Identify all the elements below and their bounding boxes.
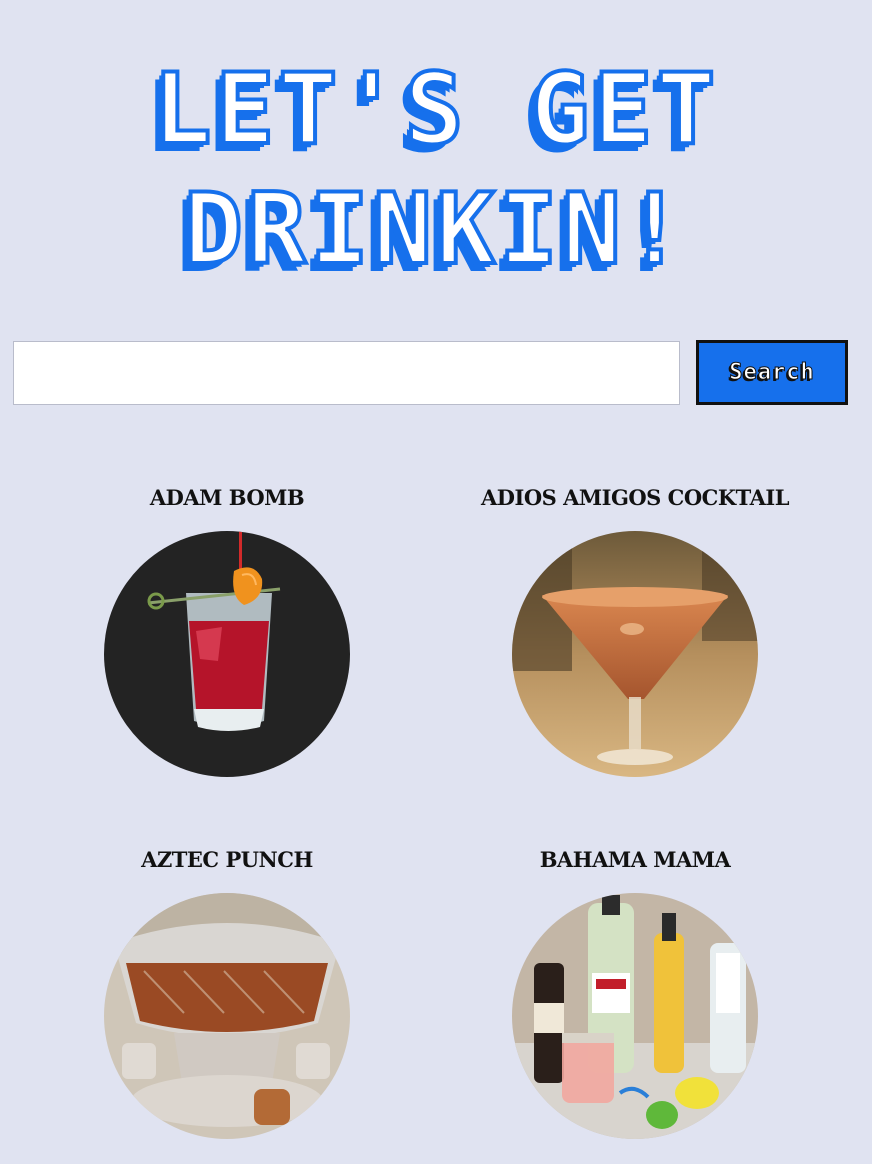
- drink-card-aztec-punch[interactable]: AZTEC PUNCH: [17, 845, 437, 1139]
- drink-name[interactable]: BAHAMA MAMA: [425, 845, 845, 875]
- drink-card-bahama-mama[interactable]: BAHAMA MAMA: [425, 845, 845, 1139]
- drink-image[interactable]: [104, 531, 350, 777]
- search-input[interactable]: [13, 341, 680, 405]
- drink-name[interactable]: ADAM BOMB: [17, 483, 437, 513]
- page-title: LET'S GET DRINKIN!: [0, 50, 872, 290]
- drink-card-adam-bomb[interactable]: ADAM BOMB: [17, 483, 437, 777]
- adam-bomb-photo: [104, 531, 350, 777]
- drink-image[interactable]: [512, 893, 758, 1139]
- drink-image[interactable]: [104, 893, 350, 1139]
- bahama-mama-photo: [512, 893, 758, 1139]
- page-title-line-1: LET'S GET: [150, 51, 720, 169]
- page-title-line-2: DRINKIN!: [182, 171, 688, 289]
- search-button[interactable]: Search: [696, 340, 848, 405]
- drink-name[interactable]: AZTEC PUNCH: [17, 845, 437, 875]
- adios-amigos-photo: [512, 531, 758, 777]
- drink-image[interactable]: [512, 531, 758, 777]
- aztec-punch-photo: [104, 893, 350, 1139]
- page-header: LET'S GET DRINKIN!: [0, 50, 872, 290]
- drink-name[interactable]: ADIOS AMIGOS COCKTAIL: [425, 483, 845, 513]
- drink-card-adios-amigos-cocktail[interactable]: ADIOS AMIGOS COCKTAIL: [425, 483, 845, 777]
